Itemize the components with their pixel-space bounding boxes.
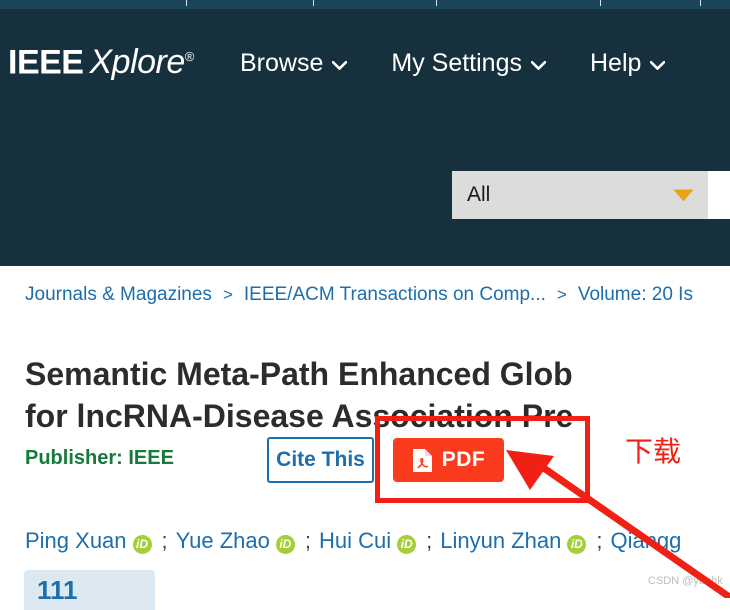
search-scope-value: All bbox=[467, 183, 491, 206]
author-name[interactable]: Hui Cui bbox=[319, 528, 391, 554]
search-input[interactable] bbox=[708, 171, 730, 219]
breadcrumb-separator: > bbox=[556, 285, 567, 304]
author-name[interactable]: Ping Xuan bbox=[25, 528, 127, 554]
nav-item-label: Browse bbox=[240, 49, 324, 77]
metrics-value: 111 bbox=[37, 575, 78, 605]
utility-nav-separator bbox=[600, 0, 601, 6]
watermark: CSDN @yunhk bbox=[648, 575, 723, 587]
metrics-chip[interactable]: 111 bbox=[24, 570, 155, 610]
publisher-label: Publisher: IEEE bbox=[25, 447, 174, 469]
cite-this-label: Cite This bbox=[276, 448, 365, 471]
breadcrumb-item-publication[interactable]: IEEE/ACM Transactions on Comp... bbox=[244, 284, 546, 306]
utility-nav-separator bbox=[700, 0, 701, 6]
orcid-icon[interactable]: iD bbox=[567, 534, 587, 554]
nav-item-label: Help bbox=[589, 49, 642, 77]
utility-nav-separator bbox=[186, 0, 187, 6]
orcid-icon[interactable]: iD bbox=[275, 534, 295, 554]
search-scope-select[interactable]: All bbox=[452, 171, 708, 219]
author-name[interactable]: Qiangg bbox=[610, 528, 681, 554]
pdf-button-label: PDF bbox=[441, 448, 486, 471]
logo-ieee-text: IEEE bbox=[8, 43, 84, 82]
page-title: Semantic Meta-Path Enhanced Glob for lnc… bbox=[25, 353, 730, 437]
nav-item-my-settings[interactable]: My Settings bbox=[391, 48, 546, 78]
chevron-down-icon bbox=[332, 60, 348, 70]
utility-nav-separator bbox=[313, 0, 314, 6]
logo-registered-mark: ® bbox=[184, 49, 195, 64]
author-separator: ; bbox=[304, 528, 311, 553]
cite-this-button[interactable]: Cite This bbox=[267, 437, 374, 483]
search-bar: All bbox=[452, 171, 730, 219]
utility-nav-separator bbox=[436, 0, 437, 6]
breadcrumb-separator: > bbox=[222, 285, 233, 304]
nav-item-browse[interactable]: Browse bbox=[240, 48, 348, 78]
breadcrumb-item-volume[interactable]: Volume: 20 Is bbox=[578, 284, 693, 306]
orcid-icon[interactable]: iD bbox=[132, 534, 152, 554]
breadcrumb-item-journals[interactable]: Journals & Magazines bbox=[25, 284, 212, 306]
nav-item-help[interactable]: Help bbox=[589, 48, 666, 78]
author-name[interactable]: Linyun Zhan bbox=[440, 528, 561, 554]
annotation-chinese-label: 下载 bbox=[625, 435, 682, 468]
main-navigation: Browse My Settings Help bbox=[240, 45, 666, 81]
author-list: Ping Xuan iD ; Yue Zhao iD ; Hui Cui iD … bbox=[25, 526, 681, 556]
chevron-down-icon bbox=[650, 60, 666, 70]
orcid-icon[interactable]: iD bbox=[397, 534, 417, 554]
chevron-down-icon bbox=[530, 60, 546, 70]
ieee-xplore-logo[interactable]: IEEE Xplore® bbox=[8, 37, 195, 81]
breadcrumb: Journals & Magazines > IEEE/ACM Transact… bbox=[25, 282, 693, 308]
author-separator: ; bbox=[596, 528, 603, 553]
logo-xplore-text: Xplore bbox=[89, 43, 185, 82]
nav-item-label: My Settings bbox=[391, 49, 522, 77]
author-name[interactable]: Yue Zhao bbox=[176, 528, 270, 554]
chevron-down-icon bbox=[673, 189, 694, 202]
page-title-line-1: Semantic Meta-Path Enhanced Glob bbox=[25, 356, 573, 393]
site-header: IEEE Xplore® Browse My Settings Help All bbox=[0, 9, 730, 266]
pdf-file-icon bbox=[412, 448, 433, 473]
utility-nav-strip[interactable] bbox=[0, 0, 730, 9]
pdf-download-button[interactable]: PDF bbox=[393, 438, 504, 482]
author-separator: ; bbox=[161, 528, 168, 553]
author-separator: ; bbox=[426, 528, 433, 553]
